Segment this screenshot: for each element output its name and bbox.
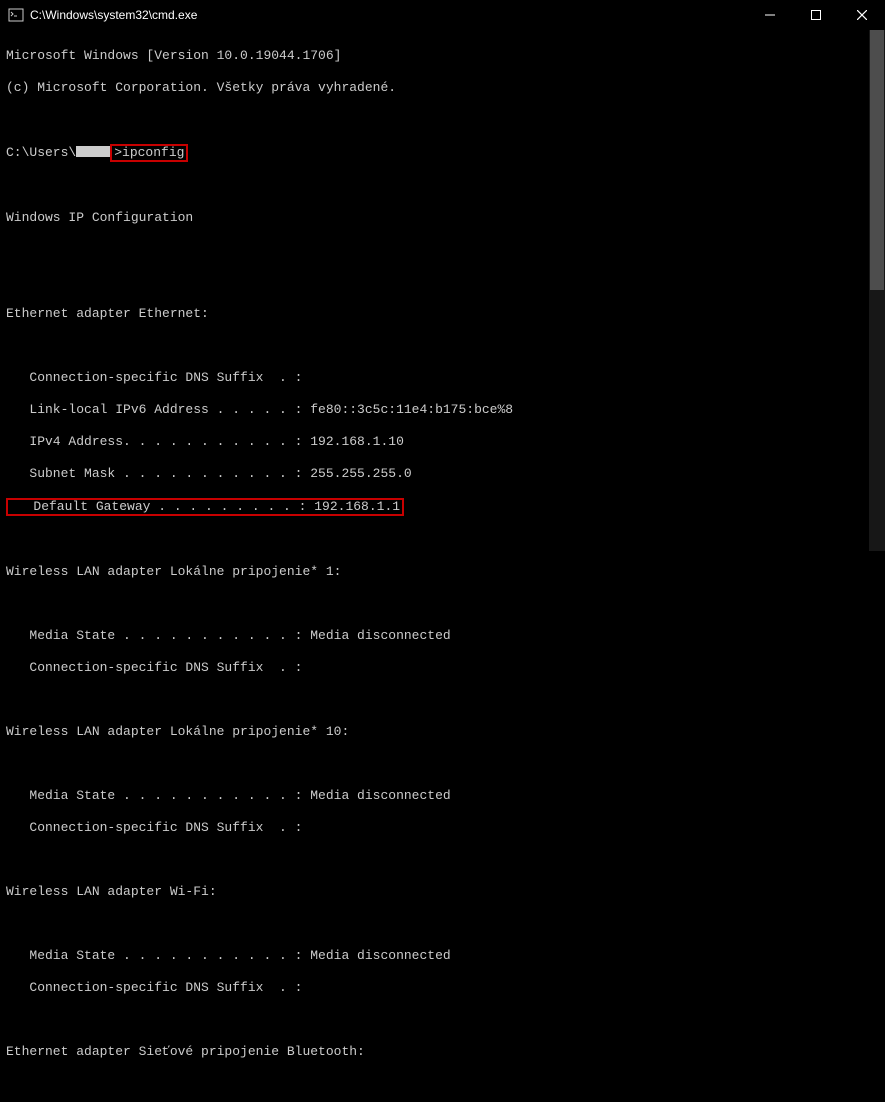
adapter-name: Wireless LAN adapter Wi-Fi:: [6, 884, 879, 900]
ip-config-header: Windows IP Configuration: [6, 210, 879, 226]
blank-line: [6, 338, 879, 354]
scrollbar[interactable]: [869, 30, 885, 551]
media-state-label: Media State . . . . . . . . . . . :: [6, 948, 310, 963]
blank-line: [6, 596, 879, 612]
titlebar-buttons: [747, 0, 885, 30]
blank-line: [6, 1012, 879, 1028]
blank-line: [6, 852, 879, 868]
redacted-username: [76, 146, 110, 157]
subnet-value: 255.255.255.0: [310, 466, 411, 481]
ipv4-line: IPv4 Address. . . . . . . . . . . : 192.…: [6, 434, 879, 450]
blank-line: [6, 692, 879, 708]
cmd-icon: [8, 7, 24, 23]
titlebar[interactable]: C:\Windows\system32\cmd.exe: [0, 0, 885, 30]
blank-line: [6, 756, 879, 772]
scrollbar-thumb[interactable]: [870, 30, 884, 290]
adapter-name: Ethernet adapter Sieťové pripojenie Blue…: [6, 1044, 879, 1060]
adapter-name: Ethernet adapter Ethernet:: [6, 306, 879, 322]
ipv6-line: Link-local IPv6 Address . . . . . : fe80…: [6, 402, 879, 418]
command-text: >ipconfig: [114, 145, 184, 160]
gateway-value: 192.168.1.1: [314, 499, 400, 514]
window-title: C:\Windows\system32\cmd.exe: [30, 8, 747, 22]
dns-suffix-line: Connection-specific DNS Suffix . :: [6, 660, 879, 676]
ipv6-label: Link-local IPv6 Address . . . . . :: [6, 402, 310, 417]
media-state-line: Media State . . . . . . . . . . . : Medi…: [6, 628, 879, 644]
banner-line: Microsoft Windows [Version 10.0.19044.17…: [6, 48, 879, 64]
subnet-label: Subnet Mask . . . . . . . . . . . :: [6, 466, 310, 481]
dns-suffix-line: Connection-specific DNS Suffix . :: [6, 820, 879, 836]
close-button[interactable]: [839, 0, 885, 30]
highlight-command: >ipconfig: [110, 144, 188, 162]
ipv4-label: IPv4 Address. . . . . . . . . . . :: [6, 434, 310, 449]
blank-line: [6, 242, 879, 258]
highlight-gateway: Default Gateway . . . . . . . . . : 192.…: [6, 498, 404, 516]
blank-line: [6, 532, 879, 548]
prompt-prefix: C:\Users\: [6, 145, 76, 160]
blank-line: [6, 916, 879, 932]
dns-suffix-line: Connection-specific DNS Suffix . :: [6, 980, 879, 996]
media-state-value: Media disconnected: [310, 628, 450, 643]
ipv6-value: fe80::3c5c:11e4:b175:bce%8: [310, 402, 513, 417]
blank-line: [6, 178, 879, 194]
adapter-name: Wireless LAN adapter Lokálne pripojenie*…: [6, 564, 879, 580]
prompt-line: C:\Users\ >ipconfig: [6, 144, 879, 162]
terminal-content[interactable]: Microsoft Windows [Version 10.0.19044.17…: [0, 30, 885, 551]
subnet-line: Subnet Mask . . . . . . . . . . . : 255.…: [6, 466, 879, 482]
copyright-line: (c) Microsoft Corporation. Všetky práva …: [6, 80, 879, 96]
blank-line: [6, 112, 879, 128]
media-state-value: Media disconnected: [310, 948, 450, 963]
blank-line: [6, 1076, 879, 1092]
media-state-line: Media State . . . . . . . . . . . : Medi…: [6, 788, 879, 804]
adapter-name: Wireless LAN adapter Lokálne pripojenie*…: [6, 724, 879, 740]
blank-line: [6, 274, 879, 290]
media-state-value: Media disconnected: [310, 788, 450, 803]
gateway-line: Default Gateway . . . . . . . . . : 192.…: [6, 498, 879, 516]
minimize-button[interactable]: [747, 0, 793, 30]
media-state-label: Media State . . . . . . . . . . . :: [6, 628, 310, 643]
ipv4-value: 192.168.1.10: [310, 434, 404, 449]
media-state-label: Media State . . . . . . . . . . . :: [6, 788, 310, 803]
media-state-line: Media State . . . . . . . . . . . : Medi…: [6, 948, 879, 964]
gateway-label: Default Gateway . . . . . . . . . :: [10, 499, 314, 514]
dns-suffix-line: Connection-specific DNS Suffix . :: [6, 370, 879, 386]
maximize-button[interactable]: [793, 0, 839, 30]
